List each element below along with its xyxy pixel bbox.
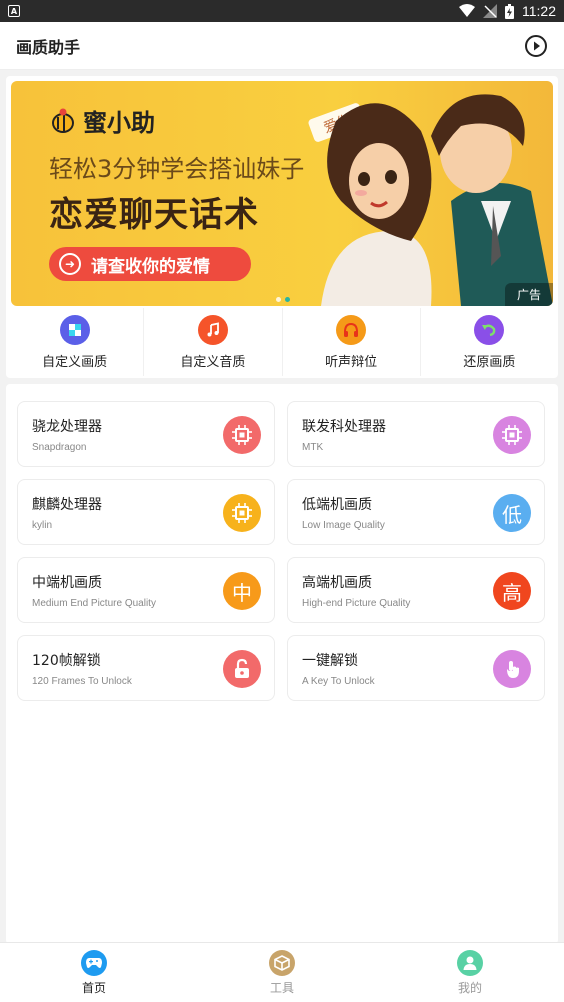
bee-logo-icon (52, 108, 74, 133)
hand-tap-icon (493, 650, 531, 688)
quick-label: 听声辩位 (325, 354, 378, 370)
banner-brand: 蜜小助 (49, 103, 155, 138)
options-card: 骁龙处理器 Snapdragon 联发科处理器 MTK 麒麟处理器 kylin … (6, 384, 558, 944)
mid-text-icon: 中 (223, 572, 261, 610)
page-title: 画质助手 (16, 37, 81, 57)
couple-illustration: 爱你 (308, 94, 553, 306)
no-signal-icon (483, 4, 497, 18)
tile-mid-quality[interactable]: 中端机画质 Medium End Picture Quality 中 (17, 557, 275, 623)
banner-cta-button[interactable]: ➜ 请查收你的爱情 (49, 247, 251, 281)
picture-icon (59, 314, 90, 345)
tile-mtk[interactable]: 联发科处理器 MTK (287, 401, 545, 467)
play-circle-icon[interactable] (524, 34, 548, 58)
app-bar: 画质助手 (0, 22, 564, 70)
tab-mine[interactable]: 我的 (376, 943, 564, 1002)
quick-label: 自定义音质 (180, 354, 246, 370)
options-grid: 骁龙处理器 Snapdragon 联发科处理器 MTK 麒麟处理器 kylin … (17, 401, 547, 701)
ad-label: 广告 (504, 283, 553, 306)
status-bar: A 11:22 (0, 0, 564, 22)
tile-kylin[interactable]: 麒麟处理器 kylin (17, 479, 275, 545)
chip-icon (223, 416, 261, 454)
tile-120fps-unlock[interactable]: 120帧解锁 120 Frames To Unlock (17, 635, 275, 701)
high-text-icon: 高 (493, 572, 531, 610)
carousel-dot-active[interactable] (285, 297, 290, 302)
quick-label: 自定义画质 (42, 354, 108, 370)
tile-low-quality[interactable]: 低端机画质 Low Image Quality 低 (287, 479, 545, 545)
tab-home[interactable]: 首页 (0, 943, 188, 1002)
box-icon (269, 949, 295, 976)
headphones-icon (336, 314, 367, 345)
quick-label: 还原画质 (463, 354, 516, 370)
arrow-right-icon: ➜ (59, 253, 81, 275)
wifi-icon (459, 4, 475, 17)
tile-snapdragon[interactable]: 骁龙处理器 Snapdragon (17, 401, 275, 467)
feature-card: 蜜小助 轻松3分钟学会搭讪妹子 恋爱聊天话术 ➜ 请查收你的爱情 爱你 (6, 76, 558, 378)
tile-high-quality[interactable]: 高端机画质 High-end Picture Quality 高 (287, 557, 545, 623)
quick-restore-picture[interactable]: 还原画质 (421, 308, 558, 376)
quick-sound-position[interactable]: 听声辩位 (283, 308, 421, 376)
quick-custom-sound[interactable]: 自定义音质 (144, 308, 283, 376)
tab-tools[interactable]: 工具 (188, 943, 376, 1002)
carousel-dot[interactable] (276, 297, 281, 302)
carousel-dots[interactable] (276, 297, 290, 302)
tab-label: 首页 (81, 980, 106, 995)
quick-actions: 自定义画质 自定义音质 听声辩位 还原画质 (6, 308, 558, 376)
unlock-icon (223, 650, 261, 688)
chip-icon (223, 494, 261, 532)
bottom-tab-bar: 首页 工具 我的 (0, 942, 564, 1002)
quick-custom-picture[interactable]: 自定义画质 (6, 308, 145, 376)
low-text-icon: 低 (493, 494, 531, 532)
tab-label: 工具 (269, 980, 294, 995)
tile-one-key-unlock[interactable]: 一键解锁 A Key To Unlock (287, 635, 545, 701)
banner-brand-text: 蜜小助 (83, 109, 155, 137)
tab-label: 我的 (457, 980, 482, 995)
notification-a-icon: A (8, 5, 20, 17)
clock: 11:22 (522, 3, 556, 19)
banner-headline: 恋爱聊天话术 (49, 195, 259, 235)
undo-icon (474, 314, 505, 345)
banner-cta-label: 请查收你的爱情 (91, 256, 210, 277)
music-note-icon (197, 314, 228, 345)
chip-icon (493, 416, 531, 454)
ad-banner[interactable]: 蜜小助 轻松3分钟学会搭讪妹子 恋爱聊天话术 ➜ 请查收你的爱情 爱你 (11, 81, 553, 306)
user-icon (457, 949, 483, 976)
battery-icon (505, 3, 514, 19)
gamepad-icon (81, 949, 107, 976)
